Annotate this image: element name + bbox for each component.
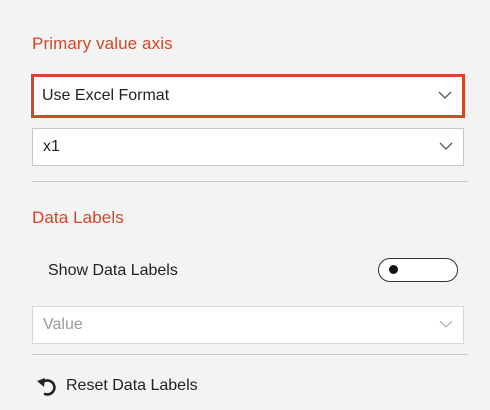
display-units-dropdown[interactable]: x1 [32,128,464,166]
reset-data-labels-label: Reset Data Labels [66,377,198,394]
data-label-type-dropdown: Value [32,306,464,344]
undo-icon [37,378,56,396]
show-data-labels-row: Show Data Labels [48,256,458,286]
chevron-down-icon [439,320,453,328]
data-labels-heading: Data Labels [32,208,124,227]
primary-value-axis-heading: Primary value axis [32,34,173,53]
number-format-dropdown[interactable]: Use Excel Format [31,74,465,118]
reset-data-labels-button[interactable]: Reset Data Labels [36,372,198,400]
number-format-value: Use Excel Format [42,87,170,104]
chevron-down-icon [438,91,452,99]
data-label-type-value: Value [43,316,83,333]
show-data-labels-toggle[interactable] [378,258,458,282]
chevron-down-icon [439,142,453,150]
toggle-knob [389,265,398,274]
show-data-labels-label: Show Data Labels [48,262,178,279]
display-units-value: x1 [43,138,60,155]
chart-format-panel: Primary value axis Use Excel Format x1 D… [0,0,490,410]
section-divider [32,181,468,182]
section-divider [32,354,468,355]
